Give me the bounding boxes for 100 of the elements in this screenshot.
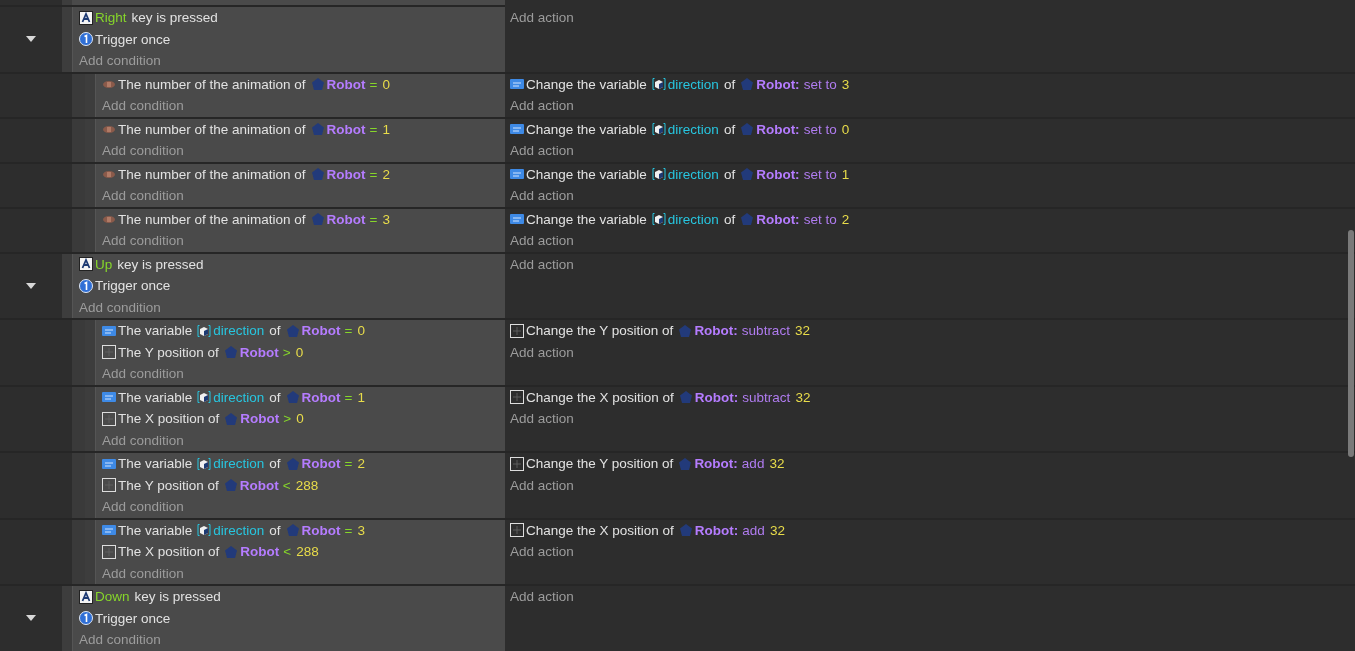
operator: =: [369, 121, 378, 137]
pentagon-icon: [740, 77, 755, 92]
operator: <: [283, 544, 292, 560]
object-name: Robot: [301, 323, 341, 339]
operation-text: set to: [803, 121, 837, 137]
event-handle[interactable]: [85, 453, 95, 518]
add-action-link[interactable]: Add action: [510, 253, 1350, 275]
add-condition-link[interactable]: Add condition: [102, 185, 499, 207]
caret-icon[interactable]: [26, 36, 36, 43]
value: 288: [295, 477, 319, 493]
add-action-link[interactable]: Add action: [510, 185, 1350, 207]
operator: =: [369, 76, 378, 92]
variable-name: direction: [667, 211, 719, 227]
object-name: Robot:: [756, 211, 800, 227]
sentence-text: of: [269, 389, 281, 405]
tag-icon: [510, 212, 524, 227]
circle-icon: [79, 278, 93, 293]
add-condition-link[interactable]: Add condition: [102, 496, 499, 518]
event-handle[interactable]: [85, 73, 95, 117]
scrollbar-thumb[interactable]: [1348, 230, 1354, 457]
key-icon: [79, 589, 93, 604]
crosshair-icon: [102, 411, 116, 426]
value: 0: [357, 323, 365, 339]
event-handle[interactable]: [85, 118, 95, 162]
add-condition-link[interactable]: Add condition: [102, 429, 499, 451]
sentence-text: key is pressed: [131, 10, 218, 26]
crosshair-icon: [102, 345, 116, 360]
value: 288: [296, 544, 319, 560]
add-condition-link[interactable]: Add condition: [102, 363, 499, 385]
variable-name: direction: [213, 389, 265, 405]
add-action-link[interactable]: Add action: [510, 586, 1350, 608]
event-handle[interactable]: [85, 208, 95, 252]
pentagon-icon: [310, 122, 325, 137]
sentence-text: of: [723, 166, 736, 182]
add-action-link[interactable]: Add action: [510, 341, 1350, 363]
add-action-link[interactable]: Add action: [510, 230, 1350, 252]
add-condition-link[interactable]: Add condition: [102, 95, 499, 117]
pentagon-icon: [678, 523, 693, 538]
pentagon-icon: [285, 390, 300, 405]
variable-name: direction: [667, 166, 719, 182]
operator: =: [344, 323, 353, 339]
pentagon-icon: [285, 323, 300, 338]
event-handle[interactable]: [62, 253, 72, 318]
sentence-text: of: [269, 456, 281, 472]
object-name: Robot:: [694, 323, 738, 339]
cube-icon: [197, 523, 212, 538]
event-handle[interactable]: [62, 586, 72, 651]
value: 0: [841, 121, 850, 137]
add-action-link[interactable]: Add action: [510, 541, 1350, 563]
event-handle[interactable]: [85, 163, 95, 207]
sentence-text: of: [723, 76, 736, 92]
add-action-link[interactable]: Add action: [510, 408, 1350, 430]
value: 1: [357, 389, 365, 405]
operator: =: [369, 211, 378, 227]
caret-icon[interactable]: [26, 615, 36, 622]
tag-icon: [102, 523, 116, 538]
value: 32: [769, 522, 785, 538]
operation-text: subtract: [742, 389, 791, 405]
value: 2: [841, 211, 850, 227]
object-name: Robot: [240, 411, 280, 427]
add-condition-link[interactable]: Add condition: [102, 230, 499, 252]
add-condition-link[interactable]: Add condition: [102, 140, 499, 162]
cube-icon: [197, 390, 212, 405]
cube-icon: [651, 122, 666, 137]
caret-icon[interactable]: [26, 282, 36, 289]
event-handle[interactable]: [85, 519, 95, 584]
sentence-text: The number of the animation of: [118, 166, 306, 182]
crosshair-icon: [102, 478, 116, 493]
crosshair-icon: [510, 523, 524, 538]
crosshair-icon: [510, 323, 524, 338]
event-handle[interactable]: [62, 0, 72, 5]
add-condition-link[interactable]: Add condition: [79, 296, 499, 318]
sentence-text: Trigger once: [95, 610, 171, 626]
sentence-text: The number of the animation of: [118, 76, 306, 92]
add-action-link[interactable]: Add action: [510, 140, 1350, 162]
add-condition-link[interactable]: Add condition: [79, 50, 499, 72]
sentence-text: Change the X position of: [526, 522, 674, 538]
add-action-link[interactable]: Add action: [510, 7, 1350, 29]
pentagon-icon: [740, 122, 755, 137]
tag-icon: [102, 390, 116, 405]
object-name: Robot: [326, 121, 366, 137]
add-action-link[interactable]: Add action: [510, 95, 1350, 117]
variable-name: direction: [667, 76, 719, 92]
pentagon-icon: [310, 212, 325, 227]
object-name: Robot: [326, 211, 366, 227]
object-name: Robot: [301, 389, 341, 405]
key-name: Down: [95, 589, 130, 605]
operation-text: subtract: [741, 323, 790, 339]
pentagon-icon: [224, 411, 239, 426]
event-handle[interactable]: [62, 7, 72, 72]
object-name: Robot: [301, 522, 341, 538]
event-handle[interactable]: [85, 386, 95, 451]
add-condition-link[interactable]: Add condition: [102, 562, 499, 584]
object-name: Robot:: [756, 76, 800, 92]
event-handle[interactable]: [85, 320, 95, 385]
operation-text: set to: [803, 211, 837, 227]
add-condition-link[interactable]: Add condition: [79, 629, 499, 651]
add-action-link[interactable]: Add action: [510, 474, 1350, 496]
operator: =: [369, 166, 378, 182]
pentagon-icon: [223, 345, 238, 360]
